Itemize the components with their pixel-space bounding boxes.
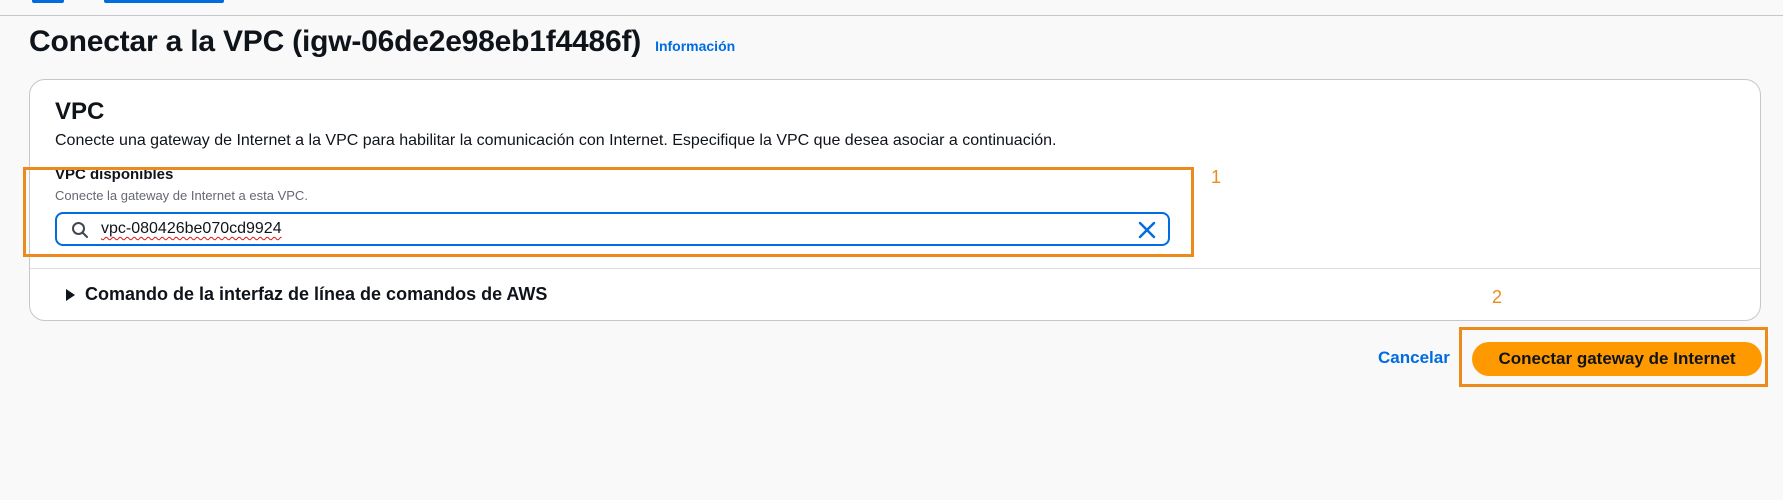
breadcrumb-link-underline[interactable] (104, 0, 224, 3)
breadcrumb-link-underline[interactable] (32, 0, 64, 3)
annotation-number-1: 1 (1211, 167, 1222, 187)
page-title: Conectar a la VPC (igw-06de2e98eb1f4486f… (29, 25, 642, 58)
expander-label: Comando de la interfaz de línea de coman… (85, 284, 548, 304)
section-title: VPC (55, 98, 105, 125)
page-header: Conectar a la VPC (igw-06de2e98eb1f4486f… (29, 25, 735, 59)
cli-command-expander[interactable]: Comando de la interfaz de línea de coman… (66, 284, 547, 305)
caret-right-icon (66, 288, 75, 301)
top-navigation-bar (0, 0, 1783, 16)
section-description: Conecte una gateway de Internet a la VPC… (55, 132, 1057, 149)
annotation-number-2: 2 (1492, 287, 1503, 307)
annotation-box-1 (23, 167, 1194, 257)
attach-gateway-button[interactable]: Conectar gateway de Internet (1472, 342, 1762, 376)
divider (30, 268, 1760, 269)
cancel-button[interactable]: Cancelar (1378, 348, 1450, 368)
info-link[interactable]: Información (655, 38, 735, 54)
